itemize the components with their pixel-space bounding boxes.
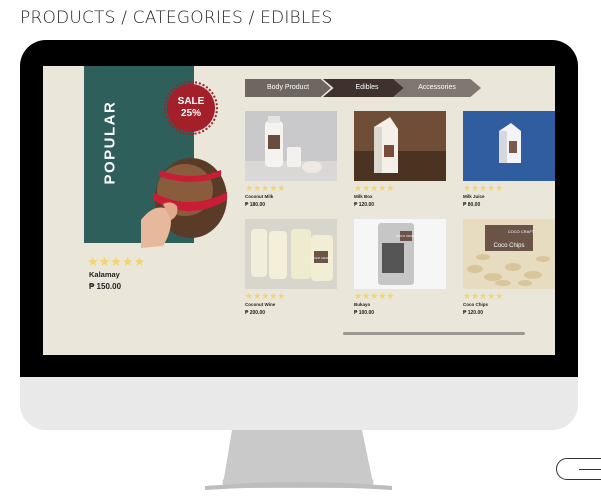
monitor-bezel: POPULAR SALE 25% ★★★★★ Kalamay ₱ 150.00 … bbox=[20, 40, 578, 377]
product-rating-stars: ★★★★★ bbox=[354, 183, 395, 193]
dash-icon bbox=[579, 469, 601, 470]
wine-jar-icon: COCO CRAFT bbox=[245, 219, 337, 289]
monitor-chin bbox=[20, 377, 578, 430]
chips-label-text: Coco Chips bbox=[493, 243, 524, 249]
chips-icon: COCO CRAFT Coco Chips bbox=[463, 219, 555, 289]
product-price: ₱ 80.00 bbox=[463, 202, 481, 208]
milk-bottle-icon bbox=[245, 111, 337, 181]
breadcrumb: PRODUCTS / CATEGORIES / EDIBLES bbox=[20, 8, 333, 28]
product-price: ₱ 100.00 bbox=[354, 310, 375, 316]
product-name: Coco Chips bbox=[463, 302, 489, 307]
product-name: Milk Box bbox=[354, 194, 373, 199]
product-card[interactable]: ★★★★★ Milk Juice ₱ 80.00 bbox=[463, 111, 555, 208]
sale-text: SALE bbox=[177, 96, 205, 107]
bag-label-text: COCO CRAFT bbox=[396, 234, 416, 238]
product-price: ₱ 180.00 bbox=[245, 202, 266, 208]
product-card[interactable]: COCO CRAFT ★★★★★ Coconut Wine ₱ 200.00 bbox=[245, 219, 337, 316]
product-price: ₱ 120.00 bbox=[463, 310, 484, 316]
popular-label: POPULAR bbox=[101, 100, 119, 185]
snack-bag-icon: COCO CRAFT bbox=[354, 219, 446, 289]
coconut-image bbox=[141, 158, 227, 248]
product-rating-stars: ★★★★★ bbox=[354, 291, 395, 301]
hero-rating-stars: ★★★★★ bbox=[87, 254, 146, 269]
hero-product-price: ₱ 150.00 bbox=[89, 282, 122, 291]
horizontal-scrollbar[interactable] bbox=[343, 332, 525, 335]
product-name: Coconut Wine bbox=[245, 302, 276, 307]
milk-box-icon bbox=[354, 111, 446, 181]
product-card[interactable]: COCO CRAFT Coco Chips ★★★★★ Coco Chips ₱… bbox=[463, 219, 555, 316]
sale-badge: SALE 25% bbox=[164, 81, 218, 135]
sale-percent: 25% bbox=[180, 108, 201, 119]
monitor-screen: POPULAR SALE 25% ★★★★★ Kalamay ₱ 150.00 … bbox=[43, 66, 555, 355]
product-rating-stars: ★★★★★ bbox=[463, 291, 504, 301]
next-button[interactable] bbox=[556, 458, 601, 480]
product-rating-stars: ★★★★★ bbox=[245, 183, 286, 193]
tab-accessories[interactable]: Accessories bbox=[393, 79, 481, 97]
monitor: POPULAR SALE 25% ★★★★★ Kalamay ₱ 150.00 … bbox=[20, 40, 578, 430]
product-card[interactable]: ★★★★★ Milk Box ₱ 120.00 bbox=[354, 111, 446, 208]
product-card[interactable]: ★★★★★ Coconut Milk ₱ 180.00 bbox=[245, 111, 337, 208]
product-card[interactable]: COCO CRAFT ★★★★★ Bukayo ₱ 100.00 bbox=[354, 219, 446, 316]
juice-carton-icon bbox=[463, 111, 555, 181]
jar-label-text: COCO CRAFT bbox=[311, 256, 331, 260]
product-name: Milk Juice bbox=[463, 194, 485, 199]
product-price: ₱ 200.00 bbox=[245, 310, 266, 316]
tab-body-product[interactable]: Body Product bbox=[245, 79, 331, 97]
product-name: Coconut Milk bbox=[245, 194, 274, 199]
product-rating-stars: ★★★★★ bbox=[463, 183, 504, 193]
hero-product-name[interactable]: Kalamay bbox=[89, 270, 120, 279]
product-rating-stars: ★★★★★ bbox=[245, 291, 286, 301]
product-price: ₱ 120.00 bbox=[354, 202, 375, 208]
chips-brand-text: COCO CRAFT bbox=[508, 229, 535, 234]
product-name: Bukayo bbox=[354, 302, 371, 307]
